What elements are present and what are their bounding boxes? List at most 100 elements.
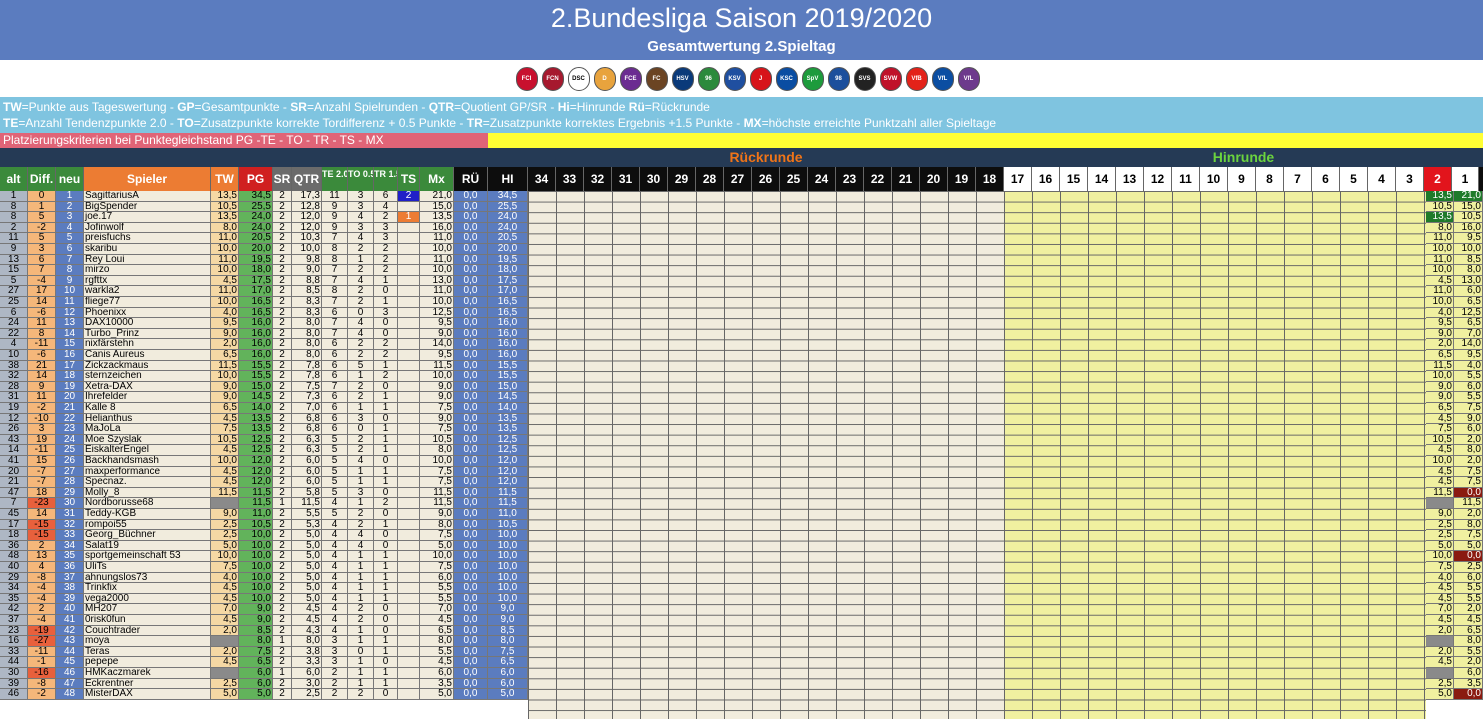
header-rueck-day[interactable]: 27	[724, 167, 752, 191]
header-hin-day[interactable]: 16	[1032, 167, 1060, 191]
table-row[interactable]: 11 5 5 preisfuchs 11,0 20,5 2 10,3 7 4 3 11,0 0,0 20,…	[0, 233, 1483, 244]
table-row[interactable]: 24 11 13 DAX10000 9,5 16,0 2 8,0 7 4 0 9,5 0,0 16,0 9,…	[0, 318, 1483, 329]
table-row[interactable]: 41 15 26 Backhandsmash 10,0 12,0 2 6,0 5 4 0 10,0 0,…	[0, 456, 1483, 467]
table-row[interactable]: 17 -15 32 rompoi55 2,5 10,5 2 5,3 4 2 1 8,0 0,0 10,5 2…	[0, 519, 1483, 531]
header-qtr[interactable]: QTR	[292, 167, 322, 191]
header-rueck-day[interactable]: 33	[556, 167, 584, 191]
header-hin-day[interactable]: 9	[1228, 167, 1256, 191]
table-row[interactable]: 1 0 1 SagittariusA 13,5 34,5 2 17,3 11 3 6 2 21,0 0,0…	[0, 191, 1483, 202]
table-row[interactable]: 25 14 11 fliege77 10,0 16,5 2 8,3 7 2 1 10,0 0,0 16,5…	[0, 297, 1483, 308]
table-row[interactable]: 7 -23 30 Nordborusse68 11,5 1 11,5 4 1 2 11,5 0,0 11…	[0, 498, 1483, 509]
header-mx[interactable]: Mx	[420, 167, 454, 191]
header-ts[interactable]: TS	[398, 167, 420, 191]
header-hin-day[interactable]: 1	[1452, 167, 1479, 191]
header-hin-day[interactable]: 12	[1144, 167, 1172, 191]
table-row[interactable]: 22 8 14 Turbo_Prinz 9,0 16,0 2 8,0 7 4 0 9,0 0,0 16,0…	[0, 328, 1483, 340]
header-pg[interactable]: PG	[239, 167, 273, 191]
header-neu[interactable]: neu	[56, 167, 84, 191]
table-row[interactable]: 48 13 35 sportgemeinschaft 53 10,0 10,0 2 5,0 4 1…	[0, 551, 1483, 562]
cell-neu: 47	[56, 678, 84, 690]
table-row[interactable]: 8 5 3 joe.17 13,5 24,0 2 12,0 9 4 2 1 13,5 0,0 24,0 13,…	[0, 212, 1483, 223]
header-rueck-day[interactable]: 34	[528, 167, 556, 191]
cell-mx: 21,0	[420, 191, 454, 202]
table-row[interactable]: 43 19 24 Moe Szyslak 10,5 12,5 2 6,3 5 2 1 10,5 0,0 1…	[0, 434, 1483, 446]
table-row[interactable]: 9 3 6 skaribu 10,0 20,0 2 10,0 8 2 2 10,0 0,0 20,0 10,…	[0, 244, 1483, 255]
table-row[interactable]: 38 21 17 Zickzackmaus 11,5 15,5 2 7,8 6 5 1 11,5 0,0…	[0, 360, 1483, 372]
table-row[interactable]: 8 1 2 BigSpender 10,5 25,5 2 12,8 9 3 4 15,0 0,0 25,5…	[0, 201, 1483, 213]
header-hin-day[interactable]: 17	[1004, 167, 1032, 191]
table-row[interactable]: 15 7 8 mirzo 10,0 18,0 2 9,0 7 2 2 10,0 0,0 18,0 10,0 8…	[0, 265, 1483, 276]
header-hin-day[interactable]: 6	[1312, 167, 1340, 191]
table-row[interactable]: 28 9 19 Xetra-DAX 9,0 15,0 2 7,5 7 2 0 9,0 0,0 15,0 9,…	[0, 381, 1483, 393]
header-rueck-day[interactable]: 22	[864, 167, 892, 191]
table-row[interactable]: 33 -11 44 Teras 2,0 7,5 2 3,8 3 0 1 5,5 0,0 7,5 2,0 5,5	[0, 646, 1483, 658]
table-row[interactable]: 30 -16 46 HMKaczmarek 6,0 1 6,0 2 1 1 6,0 0,0 6,0 6,0	[0, 668, 1483, 679]
header-rueck-day[interactable]: 32	[584, 167, 612, 191]
header-hin-day[interactable]: 4	[1368, 167, 1396, 191]
table-row[interactable]: 26 3 23 MaJoLa 7,5 13,5 2 6,8 6 0 1 7,5 0,0 13,5 7,5 6,…	[0, 424, 1483, 435]
header-hin-day[interactable]: 2	[1424, 167, 1452, 191]
table-row[interactable]: 18 -15 33 Georg_Büchner 2,5 10,0 2 5,0 4 4 0 7,5 0,0…	[0, 530, 1483, 541]
header-rueck-day[interactable]: 20	[920, 167, 948, 191]
table-row[interactable]: 23 -19 42 Couchtrader 2,0 8,5 2 4,3 4 1 0 6,5 0,0 8,5…	[0, 625, 1483, 637]
table-row[interactable]: 47 18 29 Molly_8 11,5 11,5 2 5,8 5 3 0 11,5 0,0 11,5 1…	[0, 487, 1483, 499]
header-te[interactable]: TE 2.0	[322, 167, 348, 191]
header-rueck-day[interactable]: 18	[976, 167, 1004, 191]
table-row[interactable]: 14 -11 25 EiskalterEngel 4,5 12,5 2 6,3 5 2 1 8,0 0,…	[0, 445, 1483, 456]
header-hi[interactable]: HI	[488, 167, 528, 191]
header-hin-day[interactable]: 14	[1088, 167, 1116, 191]
header-spieler[interactable]: Spieler	[84, 167, 211, 191]
header-rueck-day[interactable]: 31	[612, 167, 640, 191]
table-row[interactable]: 13 6 7 Rey Loui 11,0 19,5 2 9,8 8 1 2 11,0 0,0 19,5 11…	[0, 254, 1483, 266]
header-hin-day[interactable]: 10	[1200, 167, 1228, 191]
table-row[interactable]: 19 -2 21 Kalle 8 6,5 14,0 2 7,0 6 1 1 7,5 0,0 14,0 6,5…	[0, 403, 1483, 414]
header-rueck-day[interactable]: 30	[640, 167, 668, 191]
cell-alt: 47	[0, 487, 28, 499]
header-rueck-day[interactable]: 21	[892, 167, 920, 191]
table-row[interactable]: 46 -2 48 MisterDAX 5,0 5,0 2 2,5 2 2 0 5,0 0,0 5,0 5,0…	[0, 689, 1483, 700]
header-rueck-day[interactable]: 24	[808, 167, 836, 191]
header-rueck-day[interactable]: 25	[780, 167, 808, 191]
table-row[interactable]: 35 -4 39 vega2000 4,5 10,0 2 5,0 4 1 1 5,5 0,0 10,0 4,…	[0, 593, 1483, 605]
table-row[interactable]: 32 14 18 sternzeichen 10,0 15,5 2 7,8 6 1 2 10,0 0,0…	[0, 371, 1483, 382]
header-hin-day[interactable]: 13	[1116, 167, 1144, 191]
table-row[interactable]: 4 -11 15 nixfärstehn 2,0 16,0 2 8,0 6 2 2 14,0 0,0 16…	[0, 339, 1483, 350]
header-hin-day[interactable]: 11	[1172, 167, 1200, 191]
table-row[interactable]: 5 -4 9 rgfttx 4,5 17,5 2 8,8 7 4 1 13,0 0,0 17,5 4,5 13…	[0, 275, 1483, 287]
table-row[interactable]: 20 -7 27 maxperformance 4,5 12,0 2 6,0 5 1 1 7,5 0,0…	[0, 466, 1483, 478]
header-alt[interactable]: alt	[0, 167, 28, 191]
header-rueck-day[interactable]: 26	[752, 167, 780, 191]
header-sr[interactable]: SR	[273, 167, 292, 191]
table-row[interactable]: 29 -8 37 ahnungslos73 4,0 10,0 2 5,0 4 1 1 6,0 0,0 10…	[0, 572, 1483, 584]
header-ru[interactable]: RÜ	[454, 167, 488, 191]
table-row[interactable]: 45 14 31 Teddy-KGB 9,0 11,0 2 5,5 5 2 0 9,0 0,0 11,0 9…	[0, 509, 1483, 520]
table-row[interactable]: 2 -2 4 Jofinwolf 8,0 24,0 2 12,0 9 3 3 16,0 0,0 24,0 8…	[0, 222, 1483, 234]
table-row[interactable]: 16 -27 43 moya 8,0 1 8,0 3 1 1 8,0 0,0 8,0 8,0	[0, 636, 1483, 647]
header-hin-day[interactable]: 15	[1060, 167, 1088, 191]
table-row[interactable]: 36 2 34 Salat19 5,0 10,0 2 5,0 4 4 0 5,0 0,0 10,0 5,0 5…	[0, 540, 1483, 552]
header-rueck-day[interactable]: 19	[948, 167, 976, 191]
header-tw[interactable]: TW	[211, 167, 239, 191]
header-hin-day[interactable]: 3	[1396, 167, 1424, 191]
header-hin-day[interactable]: 5	[1340, 167, 1368, 191]
table-row[interactable]: 40 4 36 UliTs 7,5 10,0 2 5,0 4 1 1 7,5 0,0 10,0 7,5 2,5	[0, 562, 1483, 573]
header-rueck-day[interactable]: 23	[836, 167, 864, 191]
table-row[interactable]: 12 -10 22 Helianthus 4,5 13,5 2 6,8 6 3 0 9,0 0,0 13,…	[0, 413, 1483, 425]
header-rueck-day[interactable]: 28	[696, 167, 724, 191]
header-to[interactable]: TO 0.5	[348, 167, 374, 191]
table-row[interactable]: 27 17 10 warkla2 11,0 17,0 2 8,5 8 2 0 11,0 0,0 17,0 1…	[0, 286, 1483, 297]
header-hin-day[interactable]: 7	[1284, 167, 1312, 191]
table-row[interactable]: 34 -4 38 Trinkfix 4,5 10,0 2 5,0 4 1 1 5,5 0,0 10,0 4,…	[0, 583, 1483, 594]
header-diff[interactable]: Diff.	[28, 167, 56, 191]
table-row[interactable]: 42 2 40 MH207 7,0 9,0 2 4,5 4 2 0 7,0 0,0 9,0 7,0 2,0	[0, 604, 1483, 615]
table-row[interactable]: 10 -6 16 Canis Aureus 6,5 16,0 2 8,0 6 2 2 9,5 0,0 16…	[0, 350, 1483, 361]
table-row[interactable]: 39 -8 47 Eckrentner 2,5 6,0 2 3,0 2 1 1 3,5 0,0 6,0 2,…	[0, 678, 1483, 690]
table-row[interactable]: 21 -7 28 Specnaz. 4,5 12,0 2 6,0 5 1 1 7,5 0,0 12,0 4,…	[0, 477, 1483, 488]
header-rueck-day[interactable]: 29	[668, 167, 696, 191]
table-row[interactable]: 6 -6 12 Phoenixx 4,0 16,5 2 8,3 6 0 3 12,5 0,0 16,5 4,…	[0, 307, 1483, 319]
table-row[interactable]: 31 11 20 Ihrefelder 9,0 14,5 2 7,3 6 2 1 9,0 0,0 14,5…	[0, 392, 1483, 403]
header-hin-day[interactable]: 8	[1256, 167, 1284, 191]
table-row[interactable]: 37 -4 41 0risk0fun 4,5 9,0 2 4,5 4 2 0 4,5 0,0 9,0 4,5…	[0, 615, 1483, 626]
header-tr[interactable]: TR 1.5	[374, 167, 398, 191]
table-row[interactable]: 44 -1 45 pepepe 4,5 6,5 2 3,3 3 1 0 4,5 0,0 6,5 4,5 2,0	[0, 657, 1483, 668]
